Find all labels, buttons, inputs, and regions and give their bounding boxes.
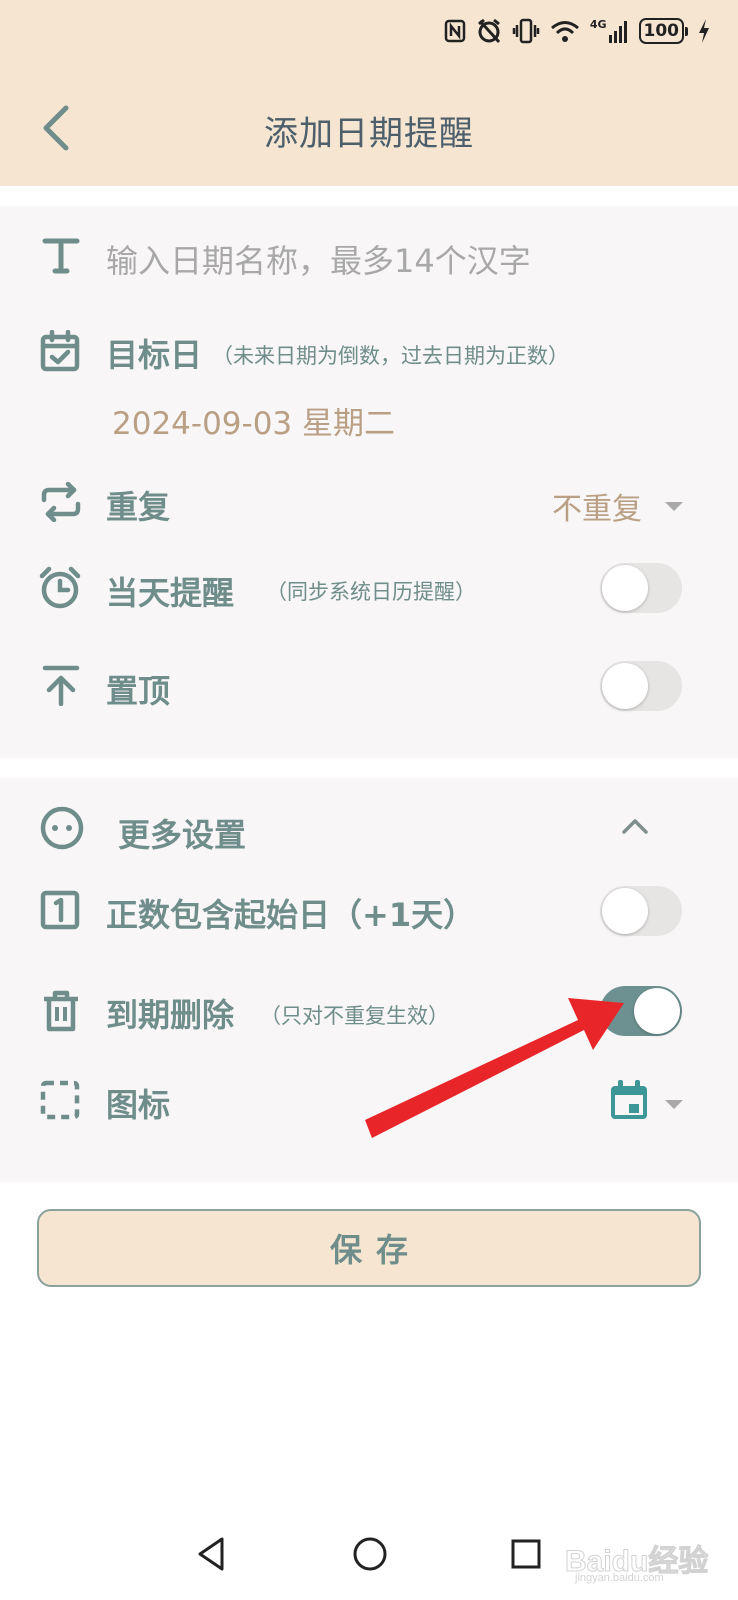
more-settings-card: 更多设置 正数包含起始日（+1天） 到期删除 （只对不重复生效） 图标 [0,778,738,1182]
nav-home-button[interactable] [350,1534,390,1574]
name-input[interactable]: 输入日期名称，最多14个汉字 [0,220,738,290]
pin-top-icon [42,665,80,706]
calendar-icon [611,1080,647,1119]
reminder-toggle[interactable] [600,563,682,613]
save-button[interactable]: 保存 [37,1209,701,1287]
icon-chevron-down-icon [665,1100,683,1109]
include-start-toggle[interactable] [600,886,682,936]
vibrate-icon [512,18,540,44]
include-start-label: 正数包含起始日（+1天） [106,896,476,934]
more-settings-header[interactable]: 更多设置 [0,792,738,862]
status-bar: 4G 100 [0,0,738,70]
text-icon [42,238,80,274]
number-one-icon [40,890,80,930]
expire-delete-label: 到期删除 [106,996,235,1034]
signal-icon [608,21,627,43]
chevron-down-icon [665,502,683,511]
reminder-note: （同步系统日历提醒） [266,580,476,604]
pin-label: 置顶 [106,672,171,710]
expire-delete-note: （只对不重复生效） [260,1004,449,1028]
repeat-value: 不重复 [552,492,642,527]
reminder-label: 当天提醒 [106,574,235,612]
wifi-icon [550,21,579,42]
calendar-check-icon [40,330,80,372]
target-date-note: （未来日期为倒数，过去日期为正数） [212,344,569,368]
trash-icon [44,990,78,1032]
header: 添加日期提醒 [0,70,738,186]
baidu-watermark: Baidu经验 jingyan.baidu.com [564,1522,725,1592]
charging-icon [699,19,709,43]
nav-recents-button[interactable] [506,1534,546,1574]
battery-icon: 100 [638,18,688,44]
dashed-square-icon [40,1080,80,1120]
target-date-label: 目标日 [106,336,203,374]
target-date-value[interactable]: 2024-09-03 星期二 [112,398,395,443]
name-placeholder: 输入日期名称，最多14个汉字 [106,242,531,280]
basic-settings-card: 输入日期名称，最多14个汉字 目标日 （未来日期为倒数，过去日期为正数） 202… [0,206,738,758]
watermark-sub: jingyan.baidu.com [575,1572,664,1584]
pin-toggle[interactable] [600,661,682,711]
more-settings-label: 更多设置 [118,816,247,854]
more-dots-icon [40,806,84,850]
alarm-off-icon [477,18,500,44]
icon-label: 图标 [106,1086,171,1124]
icon-select[interactable] [596,1074,696,1130]
repeat-select[interactable]: 不重复 [540,476,690,532]
nav-back-button[interactable] [194,1534,228,1574]
network-type: 4G [589,18,607,31]
repeat-label: 重复 [106,488,171,526]
page-title: 添加日期提醒 [264,114,474,154]
expire-delete-toggle[interactable] [600,986,682,1036]
battery-level: 100 [638,18,684,44]
nfc-icon [444,19,466,43]
save-label: 保存 [329,1231,422,1269]
repeat-icon [41,482,81,522]
alarm-clock-icon [39,566,81,609]
chevron-up-icon [622,819,648,834]
